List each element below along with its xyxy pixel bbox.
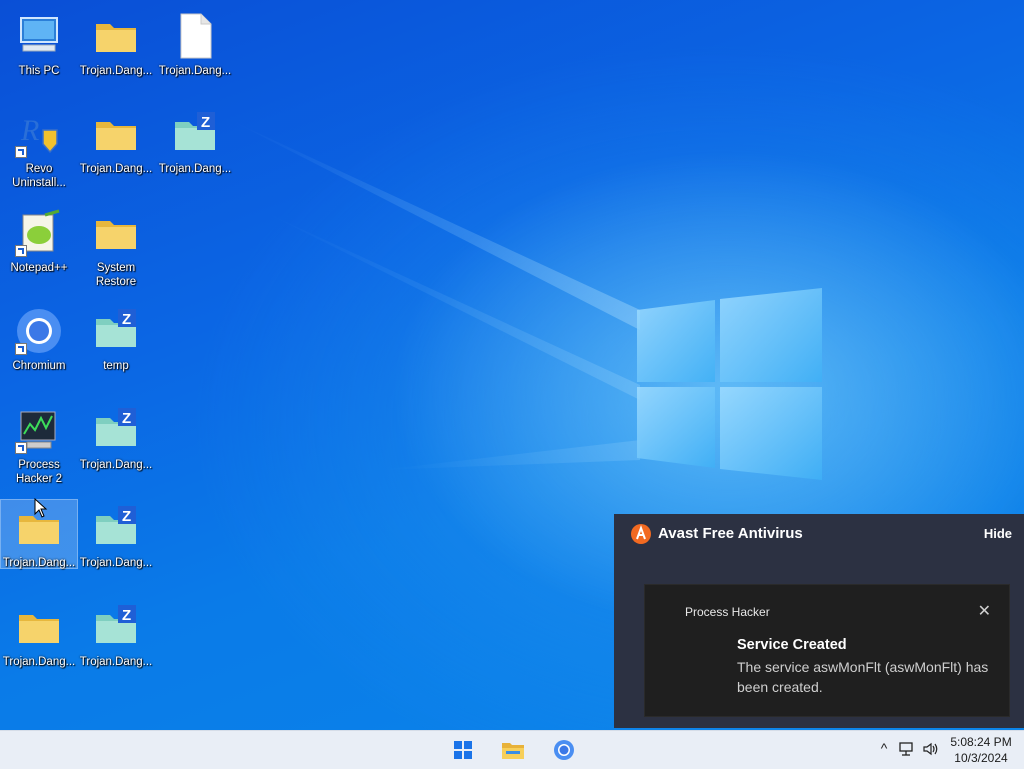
desktop-icon-trojan-zip[interactable]: Z Trojan.Dang... <box>157 106 233 196</box>
shortcut-arrow-icon <box>15 343 27 355</box>
notepad-plus-plus-icon <box>15 209 63 257</box>
desktop-icon-notepad-plus-plus[interactable]: Notepad++ <box>1 205 77 295</box>
desktop-icon-this-pc[interactable]: This PC <box>1 8 77 98</box>
folder-icon <box>92 110 140 158</box>
desktop-icon-label: Trojan.Dang... <box>79 656 153 668</box>
desktop-icon-chromium[interactable]: Chromium <box>1 303 77 393</box>
svg-text:R: R <box>20 114 39 147</box>
taskbar: ^ 5:08:24 PM 10/3/2024 <box>0 730 1024 769</box>
desktop-icon-revo-uninstaller[interactable]: R Revo Uninstall... <box>1 106 77 196</box>
shortcut-arrow-icon <box>15 245 27 257</box>
desktop-icon-label: Revo Uninstall... <box>12 163 66 189</box>
desktop-icon-label: Trojan.Dang... <box>79 65 153 77</box>
avast-logo-icon <box>631 524 651 544</box>
folder-icon <box>92 209 140 257</box>
desktop-icon-label: Trojan.Dang... <box>79 459 153 471</box>
desktop-icon-trojan-zip[interactable]: Z Trojan.Dang... <box>78 599 154 689</box>
desktop-icon-label: Chromium <box>12 360 66 372</box>
chevron-up-icon[interactable]: ^ <box>876 740 892 756</box>
svg-text:Z: Z <box>122 311 131 328</box>
desktop-icon-temp[interactable]: Z temp <box>78 303 154 393</box>
start-button[interactable] <box>448 736 478 764</box>
zip-folder-icon: Z <box>92 406 140 454</box>
folder-icon <box>92 12 140 60</box>
desktop-icon-label: Trojan.Dang... <box>2 656 76 668</box>
shortcut-arrow-icon <box>15 146 27 158</box>
avast-header: Avast Free Antivirus Hide <box>614 514 1024 554</box>
mouse-cursor-icon <box>34 498 48 518</box>
svg-text:Z: Z <box>122 607 131 624</box>
toast-title: Service Created <box>737 637 847 653</box>
desktop-icon-label: Process Hacker 2 <box>15 459 63 485</box>
chromium-taskbar-button[interactable] <box>549 736 579 764</box>
file-explorer-icon <box>502 743 524 759</box>
desktop-icon-label: Trojan.Dang... <box>79 163 153 175</box>
desktop-icon-trojan-folder[interactable]: Trojan.Dang... <box>78 8 154 98</box>
zip-folder-icon: Z <box>92 504 140 552</box>
desktop-icon-trojan-folder[interactable]: Trojan.Dang... <box>1 599 77 689</box>
network-icon[interactable] <box>898 741 914 757</box>
file-explorer-button[interactable] <box>498 736 528 764</box>
desktop-icon-label: Trojan.Dang... <box>158 65 232 77</box>
svg-text:Z: Z <box>122 410 131 427</box>
toast-body: The service aswMonFlt (aswMonFlt) has be… <box>737 659 989 695</box>
avast-notification-panel: Avast Free Antivirus Hide Process Hacker… <box>614 514 1024 728</box>
zip-folder-icon: Z <box>92 307 140 355</box>
hide-button[interactable]: Hide <box>984 526 1012 541</box>
svg-text:Z: Z <box>201 114 210 131</box>
desktop-icon-label: System Restore <box>95 262 137 288</box>
desktop-icon-label: This PC <box>18 65 60 77</box>
close-icon[interactable]: ✕ <box>978 601 991 621</box>
desktop-icon-process-hacker[interactable]: Process Hacker 2 <box>1 402 77 492</box>
desktop-icon-label: Trojan.Dang... <box>2 557 76 569</box>
zip-folder-icon: Z <box>92 603 140 651</box>
desktop-icon-label: temp <box>103 360 129 372</box>
file-icon <box>171 12 219 60</box>
desktop-icon-label: Trojan.Dang... <box>158 163 232 175</box>
desktop-icon-trojan-zip[interactable]: Z Trojan.Dang... <box>78 500 154 590</box>
chromium-icon <box>554 740 574 760</box>
toast-notification[interactable]: Process Hacker ✕ Service Created The ser… <box>644 584 1010 717</box>
avast-title: Avast Free Antivirus <box>658 525 803 542</box>
desktop-icon-label: Trojan.Dang... <box>79 557 153 569</box>
zip-folder-icon: Z <box>171 110 219 158</box>
computer-icon <box>15 12 63 60</box>
revo-uninstaller-icon: R <box>15 110 63 158</box>
desktop-icon-trojan-zip[interactable]: Z Trojan.Dang... <box>78 402 154 492</box>
toast-app-name: Process Hacker <box>685 605 770 619</box>
desktop-icon-trojan-file[interactable]: Trojan.Dang... <box>157 8 233 98</box>
process-hacker-icon <box>15 406 63 454</box>
desktop-icon-trojan-folder[interactable]: Trojan.Dang... <box>78 106 154 196</box>
windows-logo-wallpaper <box>637 288 822 480</box>
desktop-icon-system-restore[interactable]: System Restore <box>78 205 154 295</box>
svg-text:Z: Z <box>122 508 131 525</box>
shortcut-arrow-icon <box>15 442 27 454</box>
folder-icon <box>15 603 63 651</box>
clock-time: 5:08:24 PM <box>950 735 1012 749</box>
clock-date: 10/3/2024 <box>954 751 1008 765</box>
chromium-icon <box>15 307 63 355</box>
clock[interactable]: 5:08:24 PM 10/3/2024 <box>946 734 1016 766</box>
start-icon <box>454 741 472 759</box>
volume-icon[interactable] <box>922 741 938 757</box>
desktop-icon-label: Notepad++ <box>10 262 68 274</box>
